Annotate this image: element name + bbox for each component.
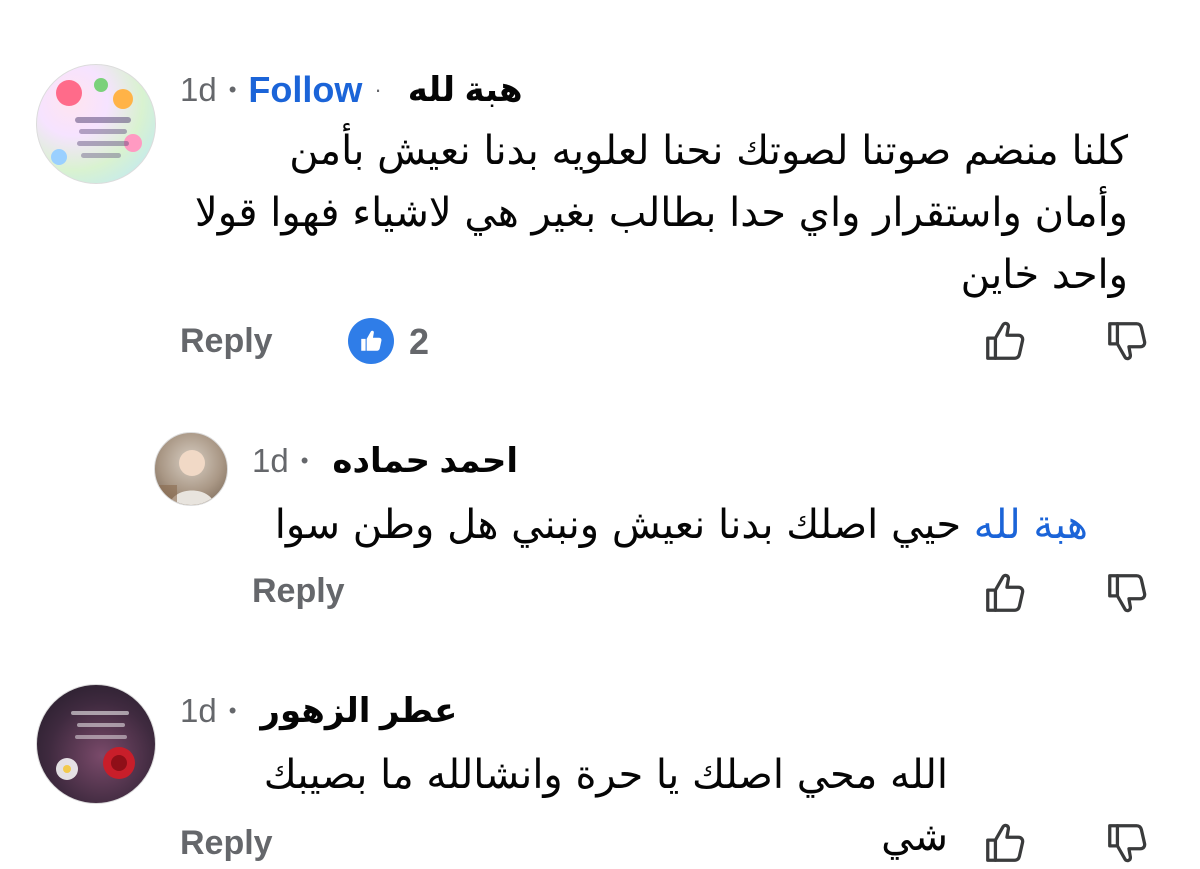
comment-reply: 1d • احمد حماده هبة لله حيي اصلك بدنا نع… [0, 380, 1200, 640]
author-name[interactable]: عطر الزهور [260, 691, 457, 731]
comment-line: وأمان واستقرار واي حدا بطالب بغير هي لاش… [194, 190, 1128, 236]
thumbs-down-outline-icon[interactable] [1104, 570, 1150, 616]
comment-text: كلنا منضم صوتنا لصوتك نحنا لعلويه بدنا ن… [148, 120, 1128, 306]
separator-dot: • [228, 698, 237, 723]
separator-dot: · [374, 77, 382, 102]
separator-dot: • [300, 448, 309, 473]
comment-line: حيي اصلك بدنا نعيش ونبني هل وطن سوا [274, 502, 962, 548]
avatar[interactable] [154, 432, 228, 506]
comment-line: الله محي اصلك يا حرة وانشالله ما بصيبك ش… [263, 752, 948, 860]
avatar-flowers-icon [51, 78, 142, 165]
thumbs-down-outline-icon[interactable] [1104, 318, 1150, 364]
timestamp: 1d [180, 692, 217, 729]
comment: 1d • عطر الزهور الله محي اصلك يا حرة وان… [0, 640, 1200, 869]
avatar[interactable] [36, 64, 156, 184]
reply-button[interactable]: Reply [180, 322, 273, 361]
thumbs-up-outline-icon[interactable] [982, 318, 1028, 364]
comment-meta: 1d • عطر الزهور [180, 686, 457, 736]
thumbs-down-outline-icon[interactable] [1104, 820, 1150, 866]
reply-button[interactable]: Reply [180, 824, 273, 863]
timestamp: 1d [252, 442, 289, 479]
separator-dot: • [228, 77, 237, 102]
avatar-roses-icon [56, 711, 135, 780]
thumbs-up-outline-icon[interactable] [982, 570, 1028, 616]
author-name[interactable]: هبة لله [408, 70, 523, 110]
comment-line: كلنا منضم صوتنا لصوتك نحنا لعلويه بدنا ن… [289, 128, 1128, 174]
mention-link[interactable]: هبة لله [974, 502, 1088, 548]
thumbs-up-icon [361, 330, 382, 351]
timestamp: 1d [180, 71, 217, 108]
avatar[interactable] [36, 684, 156, 804]
like-badge-icon[interactable] [348, 318, 394, 364]
author-name[interactable]: احمد حماده [332, 441, 518, 481]
thumbs-up-outline-icon[interactable] [982, 820, 1028, 866]
reaction-count: 2 [409, 321, 430, 362]
comment: 1d • Follow · هبة لله كلنا منضم صوتنا لص… [0, 0, 1200, 380]
comment-text: الله محي اصلك يا حرة وانشالله ما بصيبك ش… [188, 744, 948, 868]
avatar-photo-icon [159, 450, 215, 505]
reply-button[interactable]: Reply [252, 572, 345, 611]
comment-line: واحد خاين [960, 252, 1128, 298]
comment-meta: 1d • Follow · هبة لله [180, 65, 523, 115]
comment-text: هبة لله حيي اصلك بدنا نعيش ونبني هل وطن … [248, 494, 1088, 556]
comment-meta: 1d • احمد حماده [252, 436, 518, 486]
follow-button[interactable]: Follow [248, 69, 362, 111]
